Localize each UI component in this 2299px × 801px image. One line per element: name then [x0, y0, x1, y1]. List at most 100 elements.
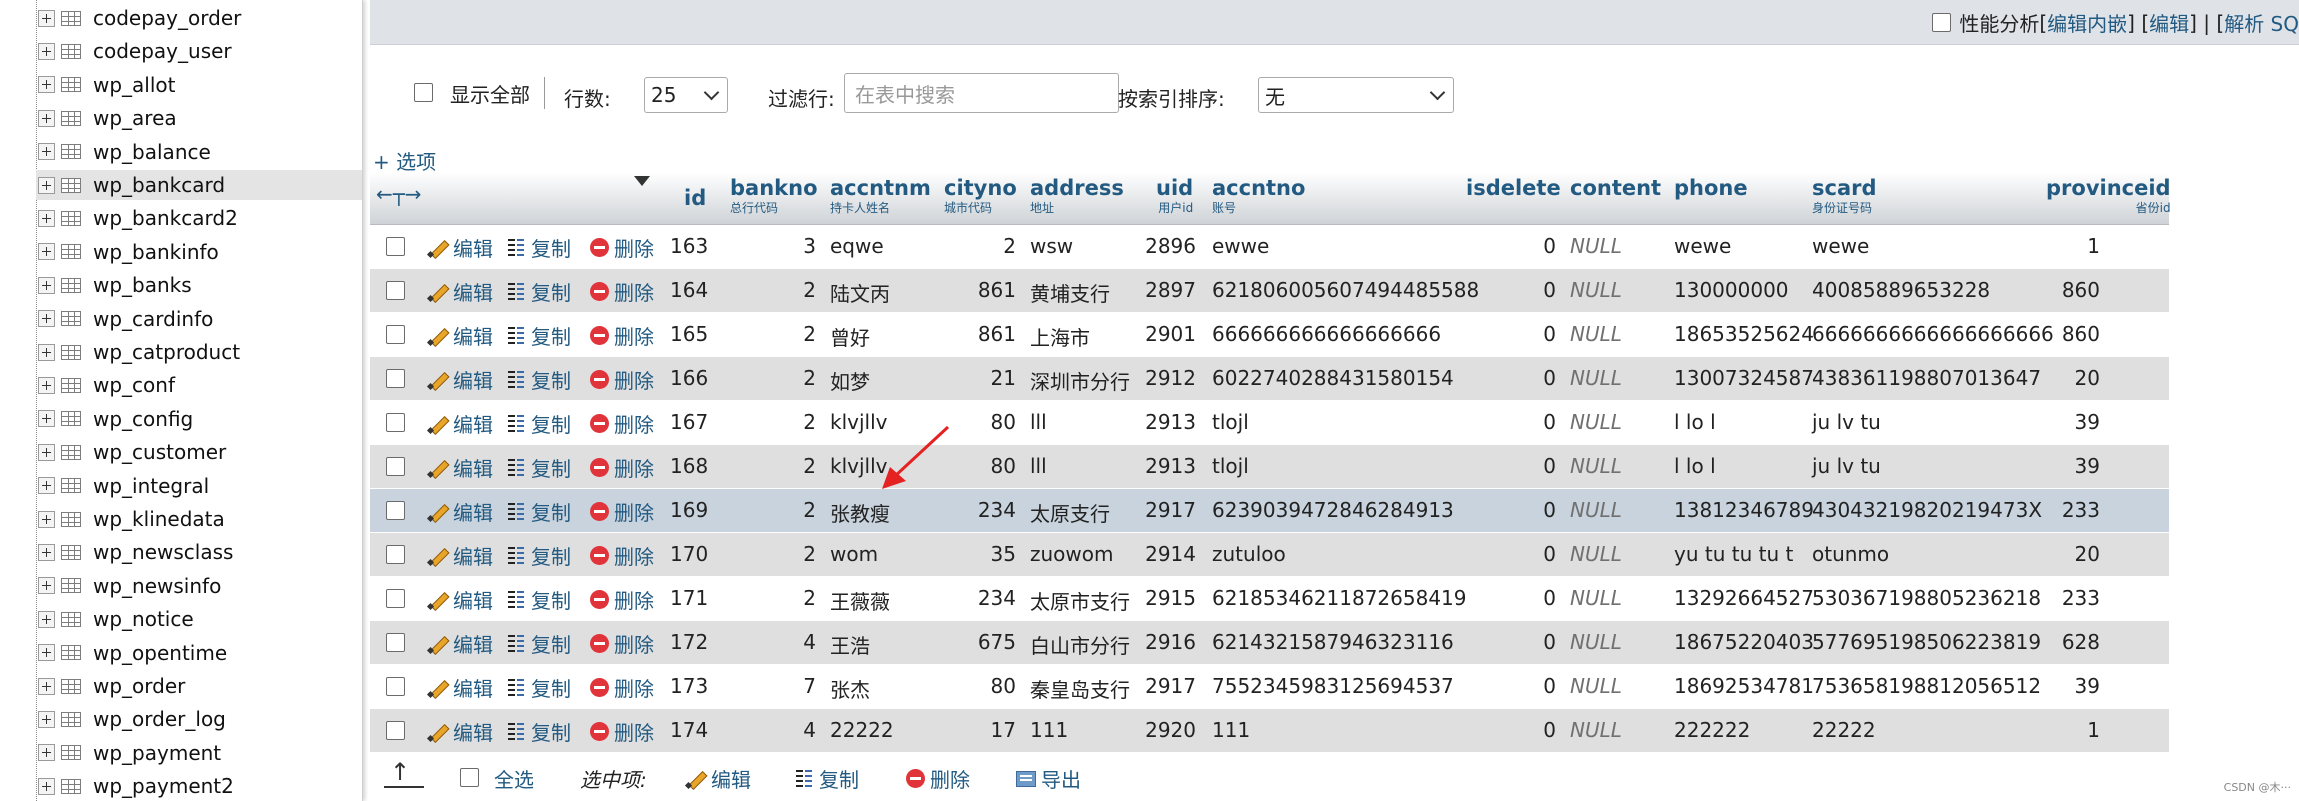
cell-uid[interactable]: 2920 — [1130, 718, 1196, 742]
cell-provinceid[interactable]: 1 — [2010, 234, 2100, 258]
row-checkbox[interactable] — [386, 237, 405, 256]
cell-accntno[interactable]: 62185346211872658419 — [1212, 586, 1467, 610]
nav-table-label[interactable]: wp_area — [93, 106, 177, 130]
bulk-export-button[interactable]: 导出 — [1016, 764, 1081, 793]
cell-address[interactable]: 深圳市分行 — [1030, 366, 1130, 395]
cell-scard[interactable]: 438361198807013647 — [1812, 366, 2041, 390]
nav-table-label[interactable]: wp_order — [93, 674, 185, 698]
cell-scard[interactable]: 753658198812056512 — [1812, 674, 2041, 698]
cell-scard[interactable]: 40085889653228 — [1812, 278, 1990, 302]
expand-icon[interactable] — [38, 710, 55, 728]
cell-provinceid[interactable]: 1 — [2010, 718, 2100, 742]
row-copy-button[interactable]: 复制 — [506, 673, 571, 702]
expand-icon[interactable] — [38, 343, 55, 361]
cell-cityno[interactable]: 861 — [930, 322, 1016, 346]
cell-isdelete[interactable]: 0 — [1466, 542, 1556, 566]
select-all-link[interactable]: 全选 — [494, 764, 534, 793]
edit-inline-link[interactable]: 编辑内嵌 — [2047, 8, 2127, 37]
row-edit-button[interactable]: 编辑 — [428, 409, 493, 438]
cell-provinceid[interactable]: 39 — [2010, 410, 2100, 434]
cell-phone[interactable]: 130000000 — [1674, 278, 1789, 302]
expand-icon[interactable] — [38, 143, 55, 161]
cell-provinceid[interactable]: 860 — [2010, 278, 2100, 302]
nav-table-label[interactable]: wp_conf — [93, 373, 175, 397]
expand-icon[interactable] — [38, 176, 55, 194]
row-checkbox[interactable] — [386, 369, 405, 388]
cell-phone[interactable]: 222222 — [1674, 718, 1750, 742]
cell-phone[interactable]: 18692534781 — [1674, 674, 1814, 698]
column-header-accntno[interactable]: accntno 账号 — [1212, 176, 1305, 216]
nav-table-item[interactable]: codepay_order — [36, 3, 362, 33]
nav-table-label[interactable]: wp_klinedata — [93, 507, 225, 531]
cell-bankno[interactable]: 2 — [730, 366, 816, 390]
row-copy-button[interactable]: 复制 — [506, 717, 571, 746]
cell-scard[interactable]: 22222 — [1812, 718, 1876, 742]
column-header-address[interactable]: address 地址 — [1030, 176, 1124, 216]
nav-table-item[interactable]: wp_integral — [36, 471, 362, 501]
cell-bankno[interactable]: 2 — [730, 278, 816, 302]
cell-address[interactable]: 太原市支行 — [1030, 586, 1130, 615]
nav-table-label[interactable]: wp_config — [93, 407, 193, 431]
nav-table-item[interactable]: wp_customer — [36, 437, 362, 467]
cell-phone[interactable]: 13292664527 — [1674, 586, 1814, 610]
expand-icon[interactable] — [38, 9, 55, 27]
cell-uid[interactable]: 2917 — [1130, 674, 1196, 698]
nav-table-label[interactable]: wp_opentime — [93, 641, 227, 665]
cell-id[interactable]: 171 — [670, 586, 708, 610]
cell-accntno[interactable]: 6214321587946323116 — [1212, 630, 1454, 654]
cell-cityno[interactable]: 2 — [930, 234, 1016, 258]
expand-icon[interactable] — [38, 744, 55, 762]
expand-icon[interactable] — [38, 109, 55, 127]
cell-phone[interactable]: wewe — [1674, 234, 1731, 258]
column-header-phone[interactable]: phone — [1674, 176, 1748, 200]
nav-table-label[interactable]: codepay_user — [93, 39, 232, 63]
rows-per-page-select[interactable]: 25 — [644, 77, 728, 113]
nav-table-item[interactable]: wp_klinedata — [36, 504, 362, 534]
cell-id[interactable]: 169 — [670, 498, 708, 522]
row-delete-button[interactable]: 删除 — [590, 629, 654, 658]
cell-address[interactable]: lll — [1030, 454, 1047, 478]
cell-uid[interactable]: 2913 — [1130, 410, 1196, 434]
table-row[interactable]: 编辑 复制 删除 170 2 wom 35 zuowom 2914 zutuloo 0 NULL yu … — [370, 533, 2169, 577]
nav-table-item[interactable]: wp_bankcard2 — [36, 203, 362, 233]
cell-accntnm[interactable]: 张教瘦 — [830, 498, 890, 527]
nav-table-item[interactable]: wp_conf — [36, 370, 362, 400]
cell-accntnm[interactable]: 王浩 — [830, 630, 870, 659]
expand-icon[interactable] — [38, 76, 55, 94]
table-row[interactable]: 编辑 复制 删除 172 4 王浩 675 白山市分行 2916 6214321587946323… — [370, 621, 2169, 665]
table-row[interactable]: 编辑 复制 删除 169 2 张教瘦 234 太原支行 2917 6239039472846284… — [370, 489, 2169, 533]
cell-id[interactable]: 173 — [670, 674, 708, 698]
row-copy-button[interactable]: 复制 — [506, 321, 571, 350]
cell-bankno[interactable]: 2 — [730, 454, 816, 478]
expand-icon[interactable] — [38, 610, 55, 628]
cell-content[interactable]: NULL — [1570, 234, 1622, 258]
cell-uid[interactable]: 2901 — [1130, 322, 1196, 346]
cell-uid[interactable]: 2917 — [1130, 498, 1196, 522]
cell-id[interactable]: 168 — [670, 454, 708, 478]
cell-isdelete[interactable]: 0 — [1466, 234, 1556, 258]
cell-address[interactable]: 黄埔支行 — [1030, 278, 1110, 307]
row-checkbox[interactable] — [386, 325, 405, 344]
cell-accntnm[interactable]: 如梦 — [830, 366, 870, 395]
column-header-content[interactable]: content — [1570, 176, 1661, 200]
cell-accntno[interactable]: tlojl — [1212, 410, 1249, 434]
nav-table-item[interactable]: wp_opentime — [36, 638, 362, 668]
cell-uid[interactable]: 2913 — [1130, 454, 1196, 478]
cell-bankno[interactable]: 4 — [730, 630, 816, 654]
cell-content[interactable]: NULL — [1570, 366, 1622, 390]
cell-cityno[interactable]: 80 — [930, 674, 1016, 698]
cell-id[interactable]: 170 — [670, 542, 708, 566]
row-checkbox[interactable] — [386, 413, 405, 432]
row-delete-button[interactable]: 删除 — [590, 233, 654, 262]
row-edit-button[interactable]: 编辑 — [428, 321, 493, 350]
nav-table-item[interactable]: wp_order — [36, 671, 362, 701]
edit-link[interactable]: 编辑 — [2149, 8, 2189, 37]
cell-bankno[interactable]: 2 — [730, 498, 816, 522]
column-header-bankno[interactable]: bankno 总行代码 — [730, 176, 818, 216]
bulk-copy-button[interactable]: 复制 — [794, 764, 859, 793]
cell-content[interactable]: NULL — [1570, 498, 1622, 522]
cell-phone[interactable]: 18653525624 — [1674, 322, 1814, 346]
nav-table-item[interactable]: wp_config — [36, 404, 362, 434]
row-copy-button[interactable]: 复制 — [506, 409, 571, 438]
row-checkbox[interactable] — [386, 677, 405, 696]
